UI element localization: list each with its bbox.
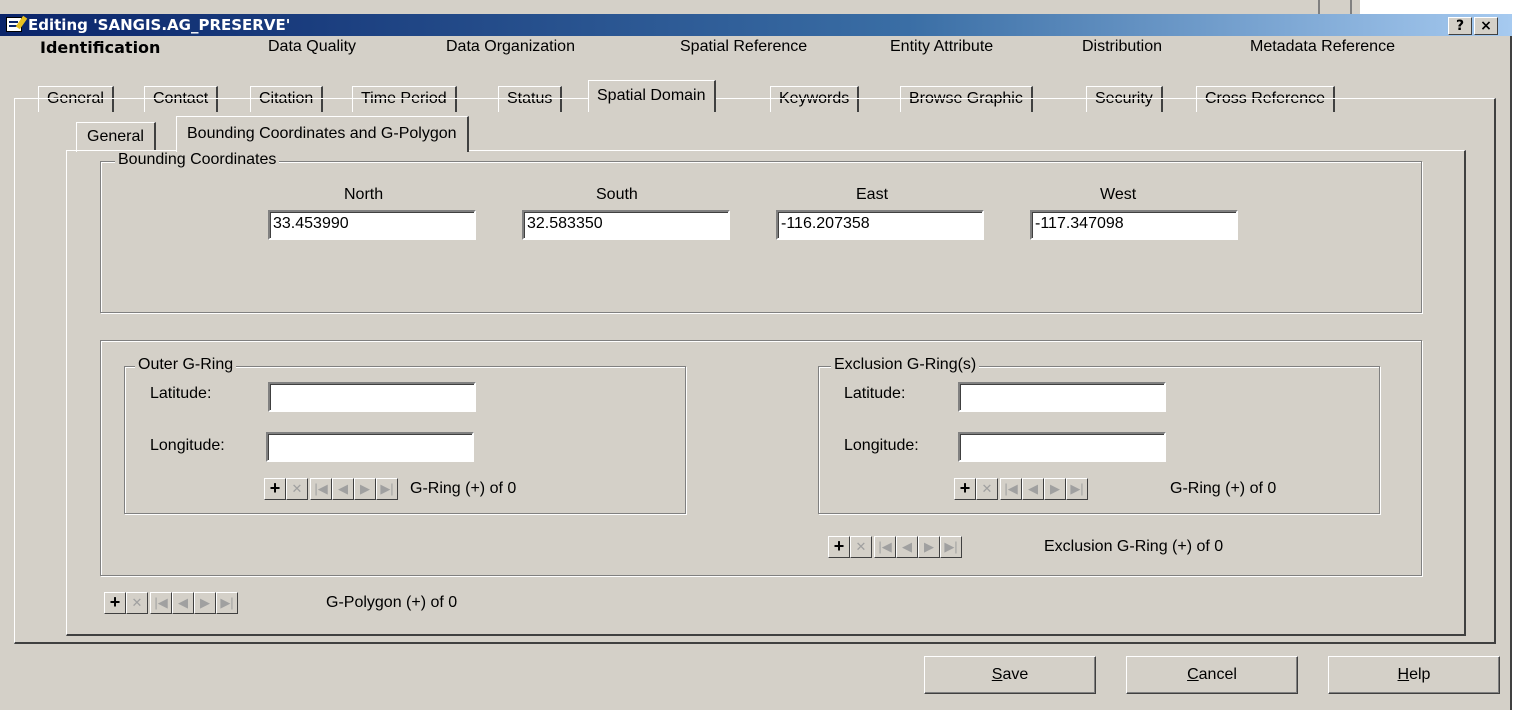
exclusion-g-ring-legend: Exclusion G-Ring(s) [831, 356, 980, 374]
help-title-button[interactable]: ? [1448, 17, 1472, 35]
delete-icon[interactable]: ✕ [126, 592, 148, 614]
outer-latitude-label: Latitude: [150, 385, 212, 402]
exclusion-ring-counter: G-Ring (+) of 0 [1170, 480, 1277, 497]
close-button[interactable]: × [1474, 17, 1498, 35]
first-record-icon[interactable]: |◀ [150, 592, 172, 614]
tab-data-quality[interactable]: Data Quality [268, 38, 356, 56]
previous-record-icon[interactable]: ◀ [1022, 478, 1044, 500]
add-icon[interactable]: + [264, 478, 286, 500]
west-label: West [1100, 186, 1137, 203]
next-record-icon[interactable]: ▶ [354, 478, 376, 500]
south-label: South [596, 186, 638, 203]
next-record-icon[interactable]: ▶ [918, 536, 940, 558]
cancel-button[interactable]: Cancel [1126, 656, 1298, 694]
delete-icon[interactable]: ✕ [286, 478, 308, 500]
cancel-mnemonic: C [1187, 666, 1199, 683]
help-mnemonic: H [1397, 666, 1410, 683]
outer-longitude-field[interactable] [266, 432, 474, 462]
exclusion-latitude-label: Latitude: [844, 385, 906, 402]
next-record-icon[interactable]: ▶ [194, 592, 216, 614]
exclusion-rings-counter: Exclusion G-Ring (+) of 0 [1044, 538, 1224, 555]
outer-ring-navigator: + ✕ |◀ ◀ ▶ ▶| G-Ring (+) of 0 [264, 478, 644, 502]
outer-g-ring-legend: Outer G-Ring [135, 356, 237, 374]
exclusion-latitude-field[interactable] [958, 382, 1166, 412]
tab-metadata-reference[interactable]: Metadata Reference [1250, 38, 1395, 56]
tab-data-organization[interactable]: Data Organization [446, 38, 575, 56]
tab-distribution[interactable]: Distribution [1082, 38, 1162, 56]
window-title: Editing 'SANGIS.AG_PRESERVE' [28, 16, 291, 34]
first-record-icon[interactable]: |◀ [874, 536, 896, 558]
g-polygon-navigator: + ✕ |◀ ◀ ▶ ▶| G-Polygon (+) of 0 [104, 592, 524, 616]
tab-spatial-reference[interactable]: Spatial Reference [680, 38, 807, 56]
outer-ring-counter: G-Ring (+) of 0 [410, 480, 517, 497]
save-label: ave [1002, 666, 1029, 683]
save-button[interactable]: Save [924, 656, 1096, 694]
exclusion-ring-navigator: + ✕ |◀ ◀ ▶ ▶| G-Ring (+) of 0 [954, 478, 1334, 502]
outer-latitude-field[interactable] [268, 382, 476, 412]
exclusion-rings-navigator: + ✕ |◀ ◀ ▶ ▶| Exclusion G-Ring (+) of 0 [828, 536, 1308, 560]
help-label: elp [1409, 666, 1431, 683]
edit-document-icon [6, 17, 22, 32]
west-field[interactable]: -117.347098 [1030, 210, 1238, 240]
exclusion-longitude-label: Longitude: [844, 437, 919, 454]
inner-tab-general[interactable]: General [76, 122, 156, 152]
previous-record-icon[interactable]: ◀ [332, 478, 354, 500]
first-record-icon[interactable]: |◀ [310, 478, 332, 500]
first-record-icon[interactable]: |◀ [1000, 478, 1022, 500]
last-record-icon[interactable]: ▶| [376, 478, 398, 500]
section-tabs: Identification Data Quality Data Organiz… [28, 38, 1468, 60]
tab-entity-attribute[interactable]: Entity Attribute [890, 38, 993, 56]
add-icon[interactable]: + [954, 478, 976, 500]
south-field[interactable]: 32.583350 [522, 210, 730, 240]
exclusion-longitude-field[interactable] [958, 432, 1166, 462]
last-record-icon[interactable]: ▶| [940, 536, 962, 558]
north-label: North [344, 186, 384, 203]
bounding-coordinates-legend: Bounding Coordinates [115, 151, 280, 169]
next-record-icon[interactable]: ▶ [1044, 478, 1066, 500]
previous-record-icon[interactable]: ◀ [172, 592, 194, 614]
g-polygon-counter: G-Polygon (+) of 0 [326, 594, 458, 611]
help-button[interactable]: Help [1328, 656, 1500, 694]
inner-tab-bounding-coordinates[interactable]: Bounding Coordinates and G-Polygon [176, 116, 469, 152]
delete-icon[interactable]: ✕ [850, 536, 872, 558]
last-record-icon[interactable]: ▶| [1066, 478, 1088, 500]
title-bar[interactable]: Editing 'SANGIS.AG_PRESERVE' ? × [0, 14, 1512, 36]
subtab-spatial-domain[interactable]: Spatial Domain [588, 80, 716, 112]
tab-identification[interactable]: Identification [40, 38, 160, 57]
east-field[interactable]: -116.207358 [776, 210, 984, 240]
north-field[interactable]: 33.453990 [268, 210, 476, 240]
east-label: East [856, 186, 889, 203]
add-icon[interactable]: + [828, 536, 850, 558]
last-record-icon[interactable]: ▶| [216, 592, 238, 614]
cancel-label: ancel [1198, 666, 1237, 683]
outer-longitude-label: Longitude: [150, 437, 225, 454]
delete-icon[interactable]: ✕ [976, 478, 998, 500]
save-mnemonic: S [991, 666, 1003, 683]
previous-record-icon[interactable]: ◀ [896, 536, 918, 558]
add-icon[interactable]: + [104, 592, 126, 614]
